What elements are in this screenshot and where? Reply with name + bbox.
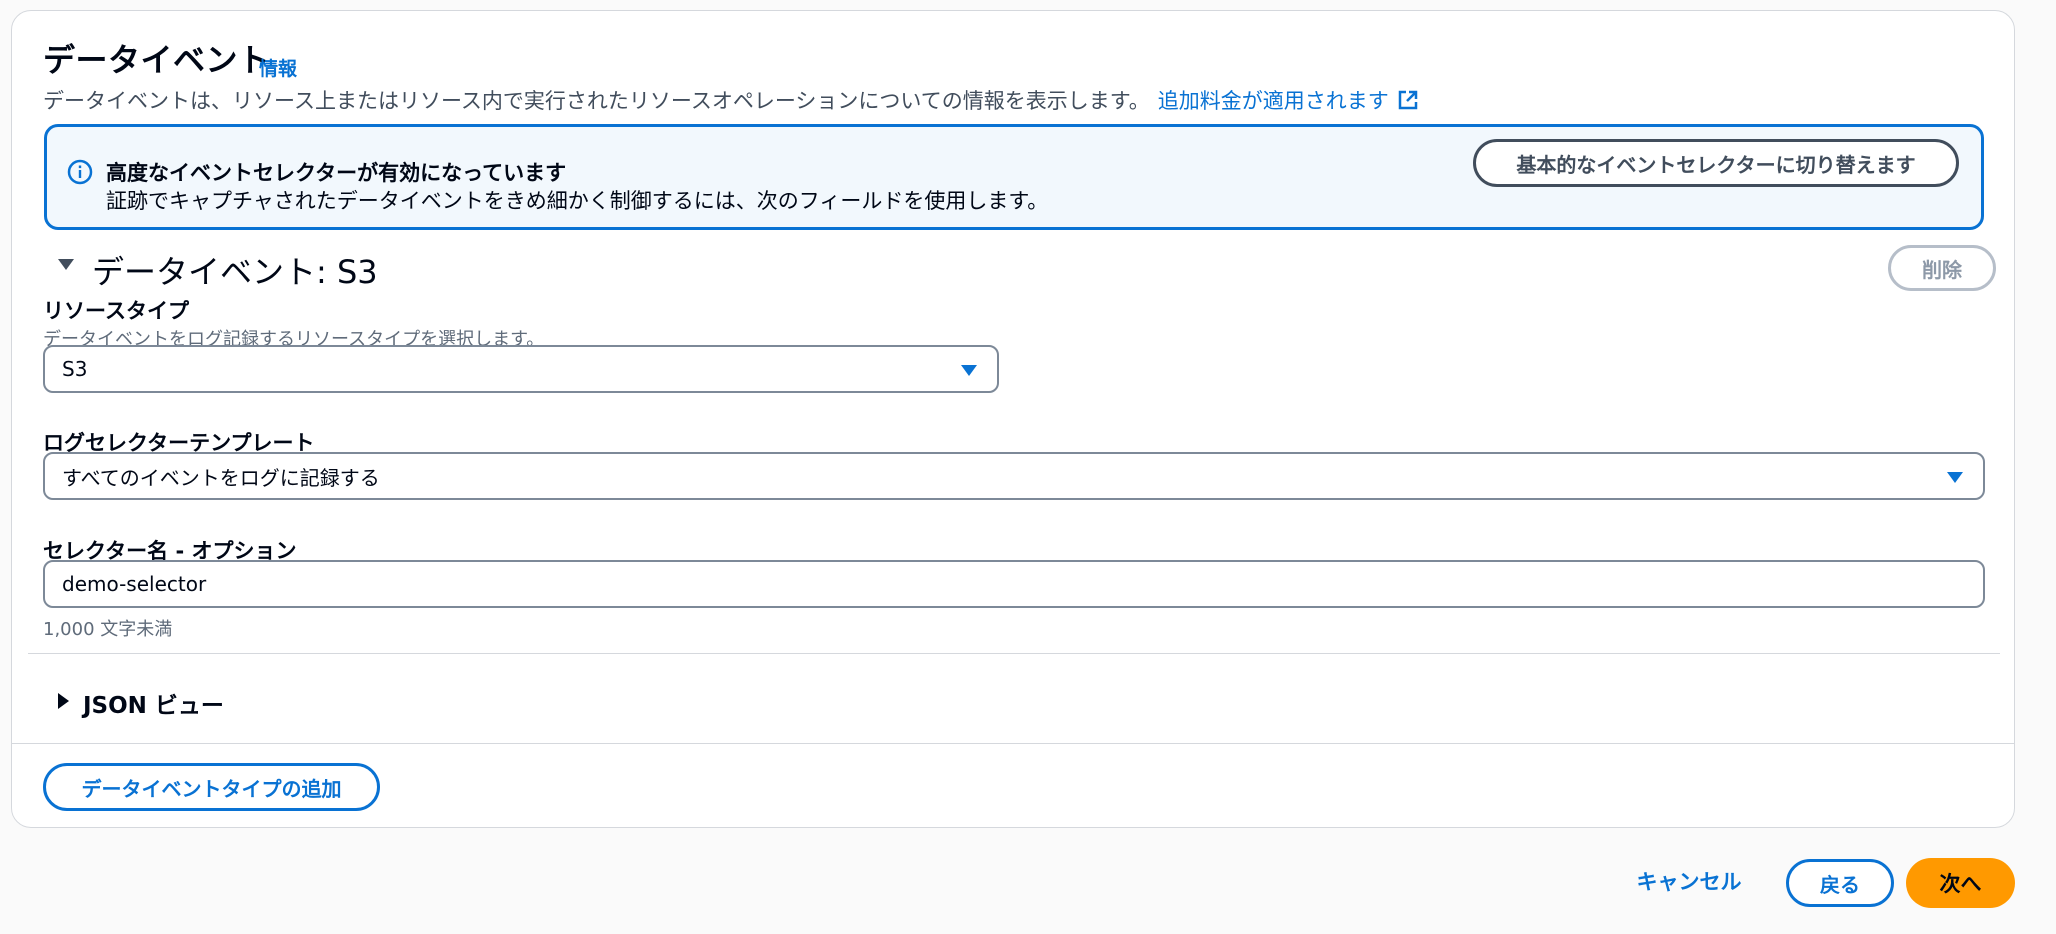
info-link[interactable]: 情報 xyxy=(259,54,297,81)
next-button[interactable]: 次へ xyxy=(1906,858,2015,908)
log-selector-template-value: すべてのイベントをログに記録する xyxy=(62,465,380,490)
back-button[interactable]: 戻る xyxy=(1786,859,1894,907)
json-view-toggle[interactable]: JSON ビュー xyxy=(83,686,224,720)
resource-type-label: リソースタイプ xyxy=(43,299,189,323)
section-collapse-caret-icon[interactable] xyxy=(58,259,74,270)
selector-name-constraint: 1,000 文字未満 xyxy=(43,619,173,640)
dropdown-caret-icon xyxy=(1947,472,1963,483)
dropdown-caret-icon xyxy=(961,365,977,376)
add-data-event-type-button[interactable]: データイベントタイプの追加 xyxy=(43,763,380,811)
info-icon xyxy=(67,159,93,185)
description-text: データイベントは、リソース上またはリソース内で実行されたリソースオペレーションに… xyxy=(43,89,1150,113)
data-events-panel: データイベント 情報 データイベントは、リソース上またはリソース内で実行されたリ… xyxy=(11,10,2015,828)
remove-button: 削除 xyxy=(1888,245,1996,291)
log-selector-template-select[interactable]: すべてのイベントをログに記録する xyxy=(43,452,1985,500)
section-title: データイベント: S3 xyxy=(92,253,378,291)
resource-type-value: S3 xyxy=(62,357,88,381)
pricing-link[interactable]: 追加料金が適用されます xyxy=(1158,85,1419,115)
json-view-expand-caret-icon[interactable] xyxy=(58,693,69,709)
cancel-button[interactable]: キャンセル xyxy=(1622,857,1756,905)
section-divider xyxy=(28,653,2000,654)
pricing-link-label: 追加料金が適用されます xyxy=(1157,89,1389,113)
alert-title: 高度なイベントセレクターが有効になっています xyxy=(106,161,567,185)
info-alert: 高度なイベントセレクターが有効になっています 証跡でキャプチャされたデータイベン… xyxy=(44,124,1984,230)
selector-name-input[interactable] xyxy=(43,560,1985,608)
resource-type-select[interactable]: S3 xyxy=(43,345,999,393)
switch-to-basic-selectors-button[interactable]: 基本的なイベントセレクターに切り替えます xyxy=(1473,139,1959,187)
footer-divider xyxy=(12,743,2014,744)
external-link-icon xyxy=(1398,90,1417,110)
alert-body: 証跡でキャプチャされたデータイベントをきめ細かく制御するには、次のフィールドを使… xyxy=(106,189,1049,213)
panel-description: データイベントは、リソース上またはリソース内で実行されたリソースオペレーションに… xyxy=(43,85,1419,115)
panel-title: データイベント xyxy=(43,41,271,79)
